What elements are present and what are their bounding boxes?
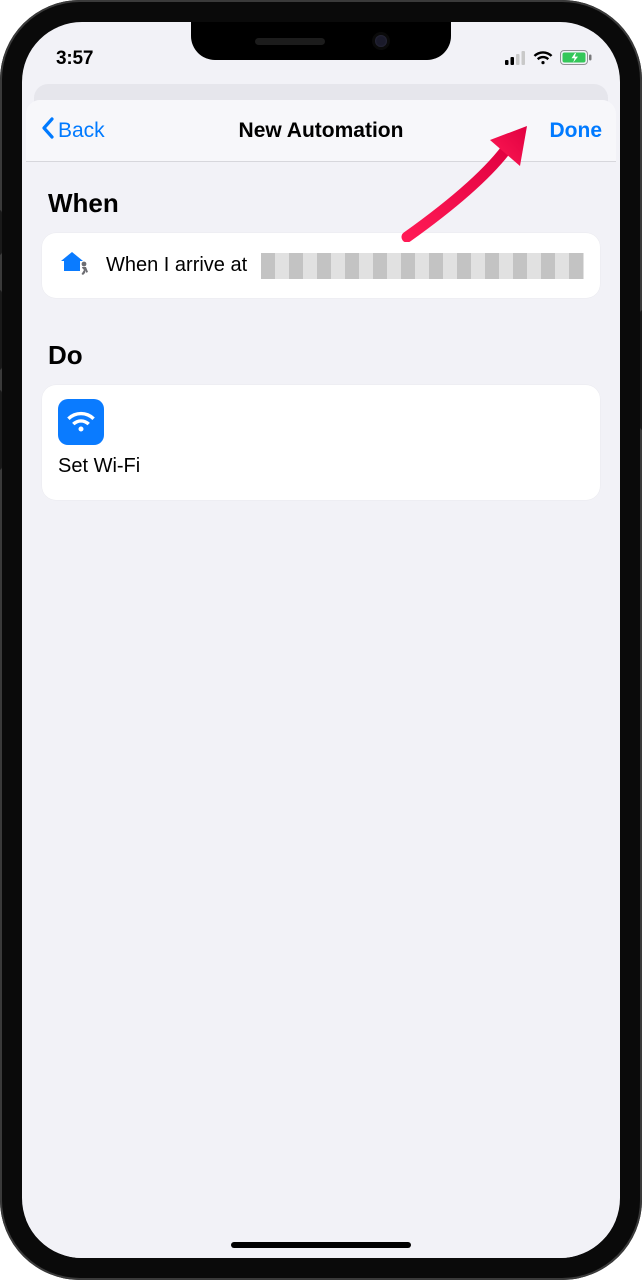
home-arrive-icon (58, 249, 92, 282)
when-trigger-text: When I arrive at (106, 254, 247, 277)
back-button[interactable]: Back (40, 116, 105, 146)
cellular-icon (505, 51, 526, 70)
battery-icon (560, 50, 592, 70)
do-card[interactable]: Set Wi-Fi (42, 385, 600, 500)
nav-bar: Back New Automation Done (26, 100, 616, 162)
wifi-icon (533, 51, 553, 70)
redacted-location (261, 253, 584, 279)
chevron-left-icon (40, 116, 56, 146)
home-indicator[interactable] (231, 1242, 411, 1248)
page-title: New Automation (26, 119, 616, 143)
when-header: When (48, 188, 594, 219)
sheet: Back New Automation Done When (26, 100, 616, 1258)
back-label: Back (58, 119, 105, 143)
done-button[interactable]: Done (550, 119, 603, 143)
do-header: Do (48, 340, 594, 371)
status-time: 3:57 (56, 48, 93, 70)
when-card[interactable]: When I arrive at (42, 233, 600, 298)
wifi-action-icon (58, 399, 104, 445)
do-action-label: Set Wi-Fi (58, 455, 584, 478)
